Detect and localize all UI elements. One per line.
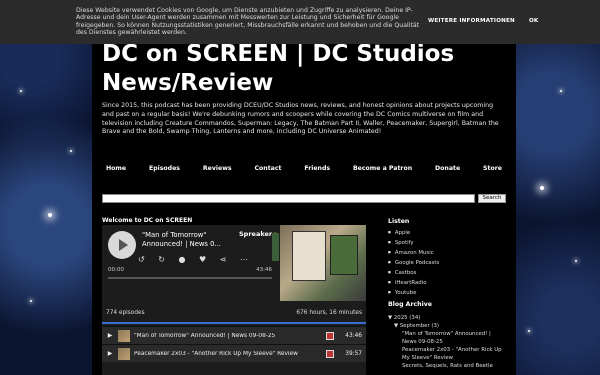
player-header: "Man of Tomorrow" Announced! | News 0...… [102,225,366,301]
main-nav: Home Episodes Reviews Contact Friends Be… [98,165,510,172]
play-button[interactable] [108,231,136,259]
listen-iheartradio[interactable]: iHeartRadio [388,278,439,288]
listen-castbox[interactable]: Castbox [388,268,439,278]
star-decoration [575,260,577,262]
nav-store[interactable]: Store [483,165,502,172]
like-icon[interactable]: ♥ [199,255,206,264]
row-badge-icon [326,349,334,358]
podcast-player: "Man of Tomorrow" Announced! | News 0...… [102,225,366,375]
nav-episodes[interactable]: Episodes [149,165,180,172]
search-button[interactable]: Search [478,194,506,203]
archive-post[interactable]: Peacemaker 2x03 - "Another Rick Up My Sl… [388,346,506,362]
listen-youtube[interactable]: Youtube [388,288,439,298]
side-tab[interactable] [272,233,279,261]
archive-post[interactable]: "Man of Tomorrow" Announced! | News 09-0… [388,330,506,346]
site-title[interactable]: DC on SCREEN | DC Studios News/Review [102,40,506,98]
current-episode-title[interactable]: "Man of Tomorrow" Announced! | News 0... [142,231,232,249]
current-time: 00:00 [108,267,124,273]
blog-archive-heading: Blog Archive [388,301,432,308]
star-decoration [30,300,32,302]
progress-bar[interactable] [108,277,272,279]
search-bar: Search [102,194,506,203]
star-decoration [70,150,72,152]
more-options-icon[interactable]: ⋯ [240,255,248,264]
ok-button[interactable]: OK [529,18,539,24]
cookie-consent-bar: Diese Website verwendet Cookies von Goog… [0,0,600,44]
artwork-figure [330,235,358,275]
skip-forward-icon[interactable]: ↻ [158,255,165,264]
player-controls: ↺ ↻ ● ♥ ⋖ ⋯ [138,255,248,264]
episode-duration: 43:46 [256,267,272,273]
star-decoration [540,186,544,190]
listen-amazon-music[interactable]: Amazon Music [388,248,439,258]
row-thumbnail [118,329,130,342]
row-duration: 43:46 [345,332,362,339]
archive-month[interactable]: ▼ September (3) [388,322,506,330]
nav-friends[interactable]: Friends [304,165,330,172]
listen-spotify[interactable]: Spotify [388,238,439,248]
episode-count: 774 episodes [106,310,145,316]
comment-icon[interactable]: ● [179,255,186,264]
more-info-button[interactable]: WEITERE INFORMATIONEN [428,18,515,24]
site-description: Since 2015, this podcast has been provid… [102,102,499,136]
episode-artwork [280,225,366,301]
episode-list-header: 774 episodes 676 hours, 16 minutes [102,310,366,322]
total-duration: 676 hours, 16 minutes [296,310,362,316]
listen-apple[interactable]: Apple [388,228,439,238]
nav-reviews[interactable]: Reviews [203,165,232,172]
spreaker-brand: Spreaker [239,230,273,238]
star-decoration [528,330,530,332]
row-duration: 39:57 [345,350,362,357]
row-play-icon[interactable]: ▶ [102,332,118,339]
episode-row[interactable]: ▶ "Man of Tomorrow" Announced! | News 09… [102,326,366,344]
row-play-icon[interactable]: ▶ [102,350,118,357]
star-decoration [48,213,52,217]
star-decoration [20,90,22,92]
cookie-consent-text: Diese Website verwendet Cookies von Goog… [76,7,420,37]
rewind-icon[interactable]: ↺ [138,255,145,264]
list-divider [102,322,366,324]
row-badge-icon [326,331,334,340]
listen-google-podcasts[interactable]: Google Podcasts [388,258,440,268]
welcome-heading: Welcome to DC on SCREEN [102,217,193,224]
archive-post[interactable]: Secrets, Sequels, Rats and Beetle [388,362,506,370]
episode-row[interactable]: ▶ Peacemaker 2x03 - "Another Rick Up My … [102,344,366,362]
nav-become-patron[interactable]: Become a Patron [353,165,412,172]
artwork-comic-cover [292,231,326,281]
nav-home[interactable]: Home [106,165,126,172]
listen-heading: Listen [388,218,410,225]
star-decoration [560,90,562,92]
share-icon[interactable]: ⋖ [220,255,227,264]
row-title[interactable]: "Man of Tomorrow" Announced! | News 09-0… [134,333,318,339]
blog-archive: ▼ 2025 (34) ▼ September (3) "Man of Tomo… [388,314,506,370]
search-input[interactable] [102,194,475,203]
row-title[interactable]: Peacemaker 2x03 - "Another Rick Up My Sl… [134,351,318,357]
nav-donate[interactable]: Donate [435,165,460,172]
main-panel: DC on SCREEN | DC Studios News/Review Si… [92,0,516,375]
listen-links: Apple Spotify Amazon Music Google Podcas… [388,228,440,298]
row-thumbnail [118,347,130,360]
archive-year[interactable]: ▼ 2025 (34) [388,314,506,322]
nav-contact[interactable]: Contact [255,165,282,172]
